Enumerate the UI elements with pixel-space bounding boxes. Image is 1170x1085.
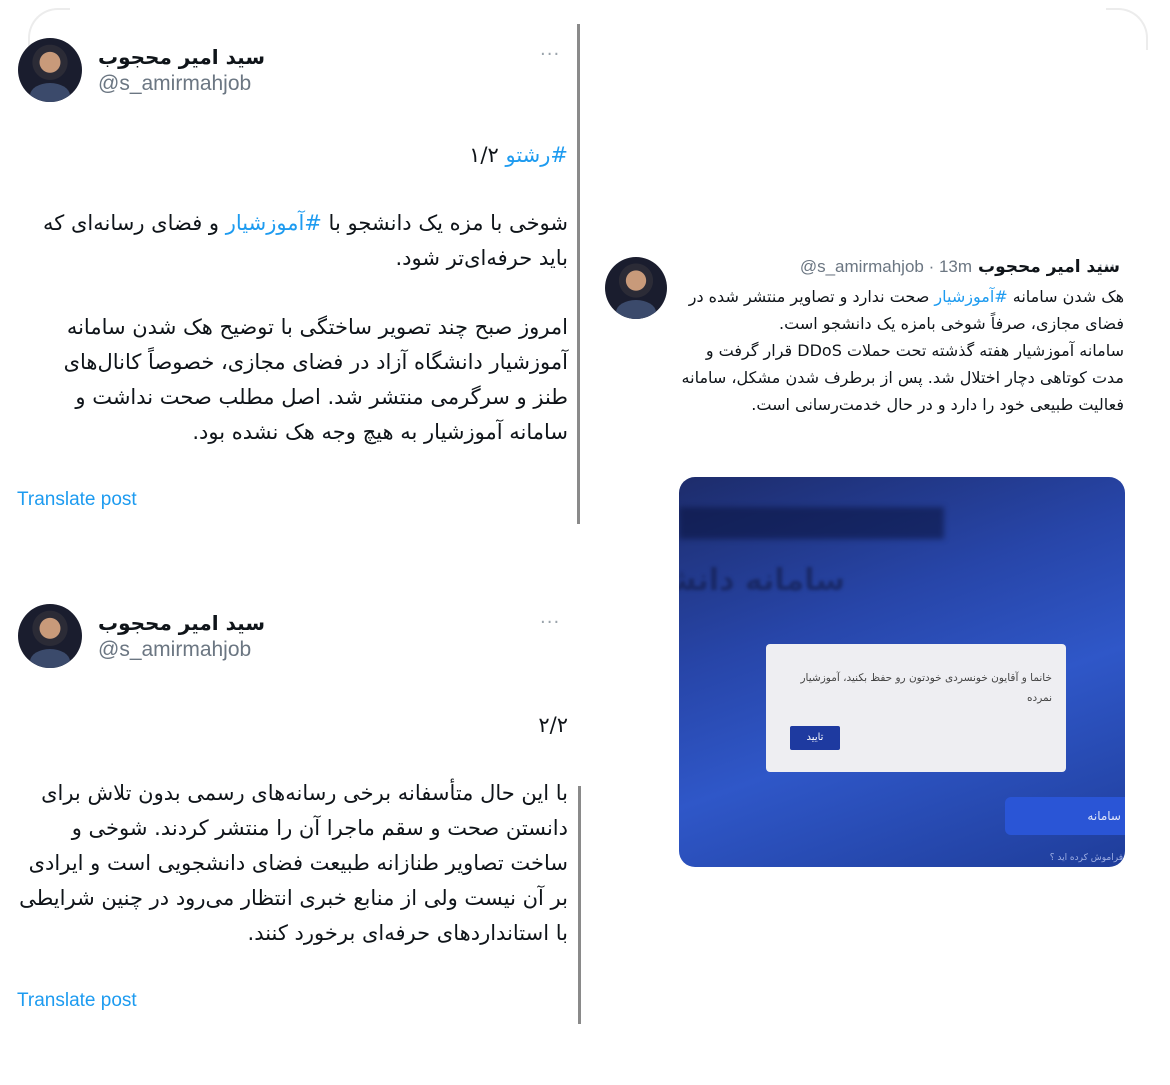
image-dialog-message: خانما و آقایون خونسردی خودتون رو حفظ بکن… [800, 672, 1052, 704]
user-handle[interactable]: @s_amirmahjob [98, 71, 251, 97]
user-handle[interactable]: @s_amirmahjob [98, 637, 251, 663]
retweet-text: هک شدن سامانه #آموزشیار صحت ندارد و تصاو… [680, 283, 1124, 418]
retweet-paragraph-2: سامانه آموزشیار هفته گذشته تحت حملات DDo… [681, 341, 1124, 414]
thread-divider-top [577, 24, 580, 524]
display-name[interactable]: سید امیر محجوب [98, 609, 265, 637]
hashtag-link[interactable]: #آموزشیار [226, 211, 322, 235]
thread-counter: ۲/۲ [538, 713, 568, 737]
retweet-paragraph-1: هک شدن سامانه #آموزشیار صحت ندارد و تصاو… [680, 283, 1124, 337]
tweet-text-segment: شوخی با مزه یک دانشجو با [321, 211, 568, 235]
image-alert-dialog: خانما و آقایون خونسردی خودتون رو حفظ بکن… [766, 644, 1066, 772]
tweet1-author[interactable]: سید امیر محجوب @s_amirmahjob [18, 38, 265, 102]
translate-post-link[interactable]: Translate post [17, 990, 137, 1012]
hashtag-link[interactable]: #آموزشیار [934, 287, 1007, 306]
tweet-paragraph-1: شوخی با مزه یک دانشجو با #آموزشیار و فضا… [30, 206, 568, 276]
thread-counter: ۱/۲ [469, 143, 499, 167]
tweet-text-segment: هک شدن سامانه [1007, 287, 1124, 306]
retweet-header: سید امیر محجوب @s_amirmahjob · 13m [680, 254, 1120, 280]
more-options-icon[interactable]: ··· [540, 612, 560, 633]
thread-label: #رشتو ۱/۲ [300, 138, 568, 173]
image-header-bar [679, 507, 944, 539]
more-options-icon[interactable]: ··· [540, 44, 560, 65]
tweet-paragraph-2: امروز صبح چند تصویر ساختگی با توضیح هک ش… [63, 315, 568, 444]
attached-screenshot-image[interactable]: سامانه دانشجو خانما و آقایون خونسردی خود… [679, 477, 1125, 867]
avatar[interactable] [18, 38, 82, 102]
more-options-icon[interactable]: ··· [1098, 256, 1116, 275]
image-forgot-link: فراموش کرده اید ؟ [1049, 853, 1123, 863]
frame-corner-right [1106, 8, 1148, 50]
avatar[interactable] [18, 604, 82, 668]
tweet2-author[interactable]: سید امیر محجوب @s_amirmahjob [18, 604, 265, 668]
hashtag-link[interactable]: #رشتو [505, 143, 568, 167]
translate-post-link[interactable]: Translate post [17, 489, 137, 511]
display-name[interactable]: سید امیر محجوب [98, 43, 265, 71]
avatar[interactable] [605, 257, 667, 319]
thread-divider-bottom [578, 786, 581, 1024]
image-confirm-button: تایید [790, 726, 840, 750]
image-page-title: سامانه دانشجو [679, 563, 845, 598]
tweet-body: با این حال متأسفانه برخی رسانه‌های رسمی … [19, 781, 568, 945]
user-handle-time[interactable]: @s_amirmahjob · 13m [800, 257, 972, 277]
image-login-button: سامانه [1005, 797, 1125, 835]
